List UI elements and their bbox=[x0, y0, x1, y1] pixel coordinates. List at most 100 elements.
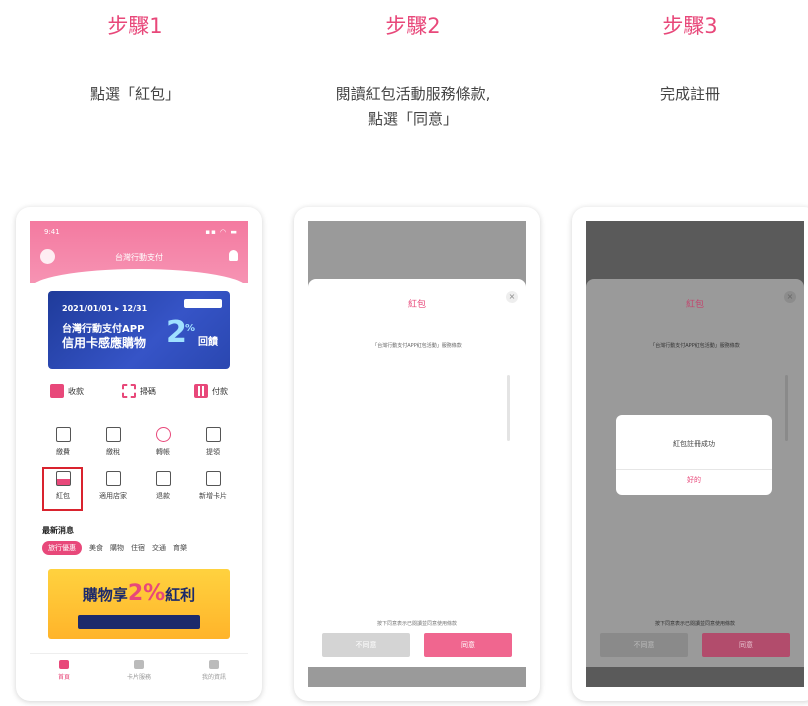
step1-desc-line: 點選「紅包」 bbox=[89, 85, 180, 103]
scan-label: 掃碼 bbox=[140, 386, 156, 396]
profile-icon bbox=[209, 660, 219, 669]
agreement-note: 按下同意表示已閱讀並同意使用條款 bbox=[654, 621, 735, 627]
refund-icon bbox=[155, 471, 171, 486]
highlight-box bbox=[42, 467, 83, 511]
grid-item-refund[interactable]: 退款 bbox=[138, 471, 188, 501]
grid-label: 繳費 bbox=[56, 448, 70, 456]
promo-prefix: 購物享 bbox=[82, 586, 128, 604]
bell-icon[interactable] bbox=[229, 250, 238, 261]
grid-label: 新增卡片 bbox=[199, 492, 227, 500]
grid-item-bill[interactable]: 繳費 bbox=[38, 427, 88, 457]
status-icons: ▪▪ ◠ ▬ bbox=[205, 228, 238, 236]
success-screen: 紅包 × 「台灣行動支付APP紅包活動」服務條款 按下同意表示已閱讀並同意使用條… bbox=[586, 221, 804, 687]
banner-big-number: 2 bbox=[166, 315, 187, 350]
tab-bar: 首頁 卡片服務 我的資訊 bbox=[30, 653, 248, 687]
terms-title: 「台灣行動支付APP紅包活動」服務條款 bbox=[372, 343, 462, 349]
agree-button[interactable]: 同意 bbox=[424, 633, 512, 657]
app-header: 9:41 ▪▪ ◠ ▬ 台灣行動支付 bbox=[30, 221, 248, 289]
promo-percent: 2% bbox=[127, 581, 166, 606]
grid-item-add-card[interactable]: 新增卡片 bbox=[188, 471, 238, 501]
chip-lodging[interactable]: 住宿 bbox=[131, 543, 145, 553]
step2-title: 步驟2 bbox=[385, 14, 441, 38]
receive-label: 收款 bbox=[68, 386, 84, 396]
step2-desc-line2: 點選「同意」 bbox=[367, 110, 458, 128]
chip-shopping[interactable]: 購物 bbox=[110, 543, 124, 553]
close-icon: × bbox=[784, 291, 796, 303]
grid-label: 繳稅 bbox=[106, 448, 120, 456]
step1-title: 步驟1 bbox=[107, 14, 163, 38]
app-title: 台灣行動支付 bbox=[115, 253, 163, 262]
bottom-bar bbox=[308, 667, 526, 687]
sheet-title: 紅包 bbox=[407, 300, 426, 310]
pay-label: 付款 bbox=[212, 386, 228, 396]
card-icon bbox=[205, 471, 221, 486]
receive-button[interactable]: 收款 bbox=[50, 384, 84, 398]
scrollbar[interactable] bbox=[507, 375, 510, 441]
bank-logo bbox=[184, 299, 222, 308]
scrollbar bbox=[785, 375, 788, 441]
news-promo-card[interactable]: 購物享2%紅利 bbox=[48, 569, 230, 639]
close-icon[interactable]: × bbox=[506, 291, 518, 303]
card-service-icon bbox=[134, 660, 144, 669]
scan-icon bbox=[122, 384, 136, 398]
banner-date: 2021/01/01 ▸ 12/31 bbox=[62, 304, 148, 313]
tax-icon bbox=[105, 427, 121, 442]
step2-description: 閱讀紅包活動服務條款, 點選「同意」 bbox=[283, 82, 543, 132]
terms-sheet: 紅包 × 「台灣行動支付APP紅包活動」服務條款 按下同意表示已閱讀並同意使用條… bbox=[308, 279, 526, 687]
banner-line2: 信用卡感應購物 bbox=[62, 336, 147, 350]
promo-banner[interactable]: 2021/01/01 ▸ 12/31 台灣行動支付APP 信用卡感應購物 2 %… bbox=[48, 291, 230, 369]
scan-button[interactable]: 掃碼 bbox=[122, 384, 156, 398]
pay-button[interactable]: 付款 bbox=[194, 384, 228, 398]
home-screen: 9:41 ▪▪ ◠ ▬ 台灣行動支付 2021/01/01 ▸ 12/31 台灣… bbox=[30, 221, 248, 687]
banner-reward: 回饋 bbox=[198, 337, 218, 348]
terms-title: 「台灣行動支付APP紅包活動」服務條款 bbox=[650, 343, 740, 349]
tab-home[interactable]: 首頁 bbox=[34, 660, 94, 681]
header-wave bbox=[30, 269, 248, 289]
bottom-bar bbox=[586, 667, 804, 687]
promo-text: 購物享2%紅利 bbox=[48, 581, 230, 606]
grid-label: 退款 bbox=[156, 492, 170, 500]
ok-button[interactable]: 好的 bbox=[616, 475, 772, 485]
success-message: 紅包註冊成功 bbox=[673, 440, 715, 448]
step3-desc-line: 完成註冊 bbox=[659, 85, 720, 103]
agreement-note: 按下同意表示已閱讀並同意使用條款 bbox=[376, 621, 457, 627]
tab-label: 我的資訊 bbox=[201, 674, 226, 681]
promo-subtitle-bar bbox=[78, 615, 200, 629]
step1-description: 點選「紅包」 bbox=[5, 82, 265, 107]
success-dialog: 紅包註冊成功 好的 bbox=[616, 415, 772, 495]
tab-label: 卡片服務 bbox=[126, 674, 151, 681]
status-time: 9:41 bbox=[44, 228, 60, 236]
decline-button[interactable]: 不同意 bbox=[322, 633, 410, 657]
grid-item-stores[interactable]: 適用店家 bbox=[88, 471, 138, 501]
chip-food[interactable]: 美食 bbox=[89, 543, 103, 553]
sheet-title: 紅包 bbox=[685, 300, 704, 310]
receive-icon bbox=[50, 384, 64, 398]
grid-label: 適用店家 bbox=[99, 492, 127, 500]
news-category-chips: 旅行優惠 美食 購物 住宿 交通 育樂 bbox=[42, 541, 187, 555]
grid-item-withdraw[interactable]: 提領 bbox=[188, 427, 238, 457]
qr-icon bbox=[194, 384, 208, 398]
chip-travel[interactable]: 旅行優惠 bbox=[42, 541, 82, 555]
withdraw-icon bbox=[205, 427, 221, 442]
chip-leisure[interactable]: 育樂 bbox=[173, 543, 187, 553]
news-title: 最新消息 bbox=[42, 526, 74, 535]
step3-description: 完成註冊 bbox=[560, 82, 808, 107]
promo-suffix: 紅利 bbox=[165, 586, 196, 604]
banner-line1: 台灣行動支付APP bbox=[62, 324, 145, 335]
grid-item-tax[interactable]: 繳稅 bbox=[88, 427, 138, 457]
agree-button: 同意 bbox=[702, 633, 790, 657]
step3-title: 步驟3 bbox=[662, 14, 718, 38]
decline-button: 不同意 bbox=[600, 633, 688, 657]
chip-transport[interactable]: 交通 bbox=[152, 543, 166, 553]
phone-card-step1: 9:41 ▪▪ ◠ ▬ 台灣行動支付 2021/01/01 ▸ 12/31 台灣… bbox=[16, 207, 262, 701]
banner-percent: % bbox=[185, 323, 196, 334]
grid-item-transfer[interactable]: 轉帳 bbox=[138, 427, 188, 457]
tab-my-info[interactable]: 我的資訊 bbox=[184, 660, 244, 681]
tab-label: 首頁 bbox=[57, 674, 70, 681]
bill-icon bbox=[55, 427, 71, 442]
tab-card-services[interactable]: 卡片服務 bbox=[109, 660, 169, 681]
store-icon bbox=[105, 471, 121, 486]
dialog-divider bbox=[616, 469, 772, 470]
phone-card-step3: 紅包 × 「台灣行動支付APP紅包活動」服務條款 按下同意表示已閱讀並同意使用條… bbox=[572, 207, 808, 701]
terms-screen: 紅包 × 「台灣行動支付APP紅包活動」服務條款 按下同意表示已閱讀並同意使用條… bbox=[308, 221, 526, 687]
